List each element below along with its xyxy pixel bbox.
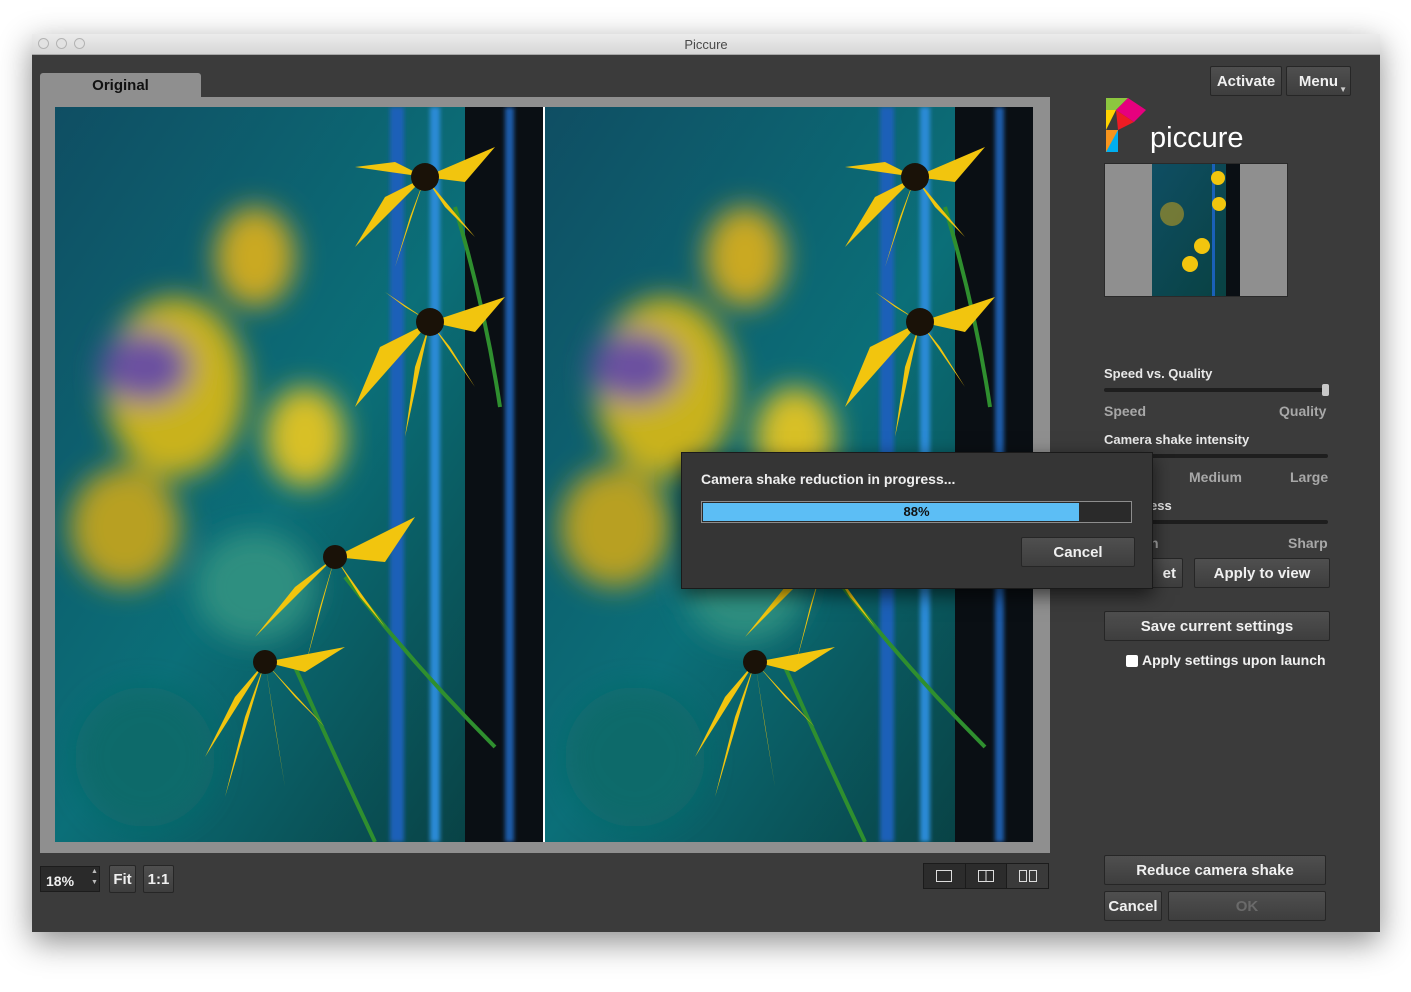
thumbnail-image [1152, 164, 1240, 296]
progress-dialog: Camera shake reduction in progress... 88… [681, 452, 1153, 589]
sharpness-label: ess [1150, 498, 1172, 513]
speed-quality-slider[interactable] [1104, 388, 1328, 392]
shake-intensity-label: Camera shake intensity [1104, 432, 1250, 447]
progress-bar: 88% [701, 501, 1132, 523]
split-view-icon [978, 870, 994, 882]
menu-button-label: Menu [1298, 72, 1339, 90]
view-mode-group [923, 863, 1049, 889]
dialog-cancel-button[interactable]: Cancel [1021, 537, 1135, 567]
activate-button[interactable]: Activate [1210, 66, 1282, 96]
speed-quality-label: Speed vs. Quality [1104, 366, 1213, 381]
save-settings-button[interactable]: Save current settings [1104, 611, 1330, 641]
window-title: Piccure [684, 37, 728, 52]
sharp-label: Sharp [1288, 535, 1328, 551]
cancel-button[interactable]: Cancel [1104, 891, 1162, 921]
stepper-down-icon[interactable]: ▼ [89, 877, 100, 888]
quality-label: Quality [1279, 403, 1327, 419]
side-by-side-view-icon [1018, 870, 1037, 882]
apply-to-view-button[interactable]: Apply to view [1194, 558, 1330, 588]
stepper-up-icon[interactable]: ▲ [89, 866, 100, 877]
piccure-logo-icon [1106, 98, 1146, 152]
single-view-icon [936, 870, 953, 882]
view-side-by-side-button[interactable] [1007, 864, 1049, 888]
brand-name: piccure [1150, 122, 1244, 154]
original-image [55, 107, 543, 842]
title-bar: Piccure [32, 34, 1380, 55]
app-window: Piccure Original 18% ▲ ▼ Fit 1:1 Activat… [32, 34, 1380, 932]
view-split-button[interactable] [966, 864, 1008, 888]
menu-button[interactable]: Menu ▼ [1286, 66, 1351, 96]
progress-message: Camera shake reduction in progress... [701, 471, 956, 487]
fit-button[interactable]: Fit [109, 865, 136, 893]
apply-on-launch-label[interactable]: Apply settings upon launch [1142, 652, 1326, 668]
dropdown-arrow-icon: ▼ [1339, 85, 1347, 94]
speed-quality-slider-knob[interactable] [1322, 384, 1329, 396]
zoom-stepper[interactable]: ▲ ▼ [89, 866, 100, 892]
view-single-button[interactable] [924, 864, 966, 888]
reduce-camera-shake-button[interactable]: Reduce camera shake [1104, 855, 1326, 885]
progress-label: 88% [903, 504, 930, 519]
large-label: Large [1290, 469, 1329, 485]
speed-label: Speed [1104, 403, 1147, 419]
one-to-one-button[interactable]: 1:1 [143, 865, 174, 893]
navigator-thumbnail[interactable] [1104, 163, 1288, 297]
tab-original[interactable]: Original [40, 73, 201, 97]
apply-on-launch-checkbox[interactable] [1126, 655, 1138, 667]
medium-label: Medium [1189, 469, 1242, 485]
ok-button[interactable]: OK [1168, 891, 1326, 921]
